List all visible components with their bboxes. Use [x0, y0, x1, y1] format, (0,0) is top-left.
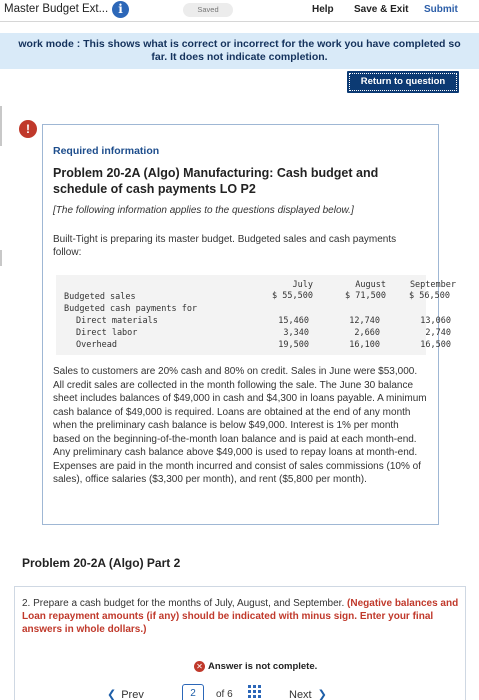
table-cell: $ 56,500 [409, 291, 450, 301]
chevron-right-icon: ❯ [317, 689, 327, 700]
row-label: Budgeted cash payments for [64, 304, 198, 314]
column-header: August [355, 280, 386, 290]
question-box: 2. Prepare a cash budget for the months … [14, 586, 466, 700]
question-text: 2. Prepare a cash budget for the months … [22, 597, 462, 636]
help-link[interactable]: Help [312, 4, 334, 15]
table-cell: 2,740 [425, 328, 451, 338]
page-number-input[interactable]: 2 [182, 684, 204, 700]
alert-icon: ! [19, 120, 37, 138]
table-cell: 12,740 [349, 316, 380, 326]
table-cell: 19,500 [278, 340, 309, 350]
row-label: Overhead [76, 340, 117, 350]
table-cell: 16,500 [420, 340, 451, 350]
table-cell: 2,660 [354, 328, 380, 338]
info-icon[interactable]: i [112, 1, 129, 18]
page-count: of 6 [216, 689, 233, 700]
top-bar: Master Budget Ext... i Saved Help Save &… [0, 0, 479, 22]
intro-text: Built-Tight is preparing its master budg… [53, 234, 397, 258]
required-info-heading: Required information [53, 145, 160, 157]
next-button[interactable]: Next ❯ [289, 688, 327, 700]
column-header: September [409, 280, 456, 290]
part-title: Problem 20-2A (Algo) Part 2 [22, 556, 181, 570]
row-label: Direct labor [76, 328, 138, 338]
assignment-title: Master Budget Ext... [4, 3, 109, 15]
return-to-question-button[interactable]: Return to question [347, 71, 459, 93]
save-exit-link[interactable]: Save & Exit [354, 4, 408, 15]
left-edge-divider [0, 250, 2, 266]
grid-icon[interactable] [248, 685, 261, 698]
submit-link[interactable]: Submit [424, 4, 458, 15]
chevron-left-icon: ❮ [107, 689, 117, 700]
table-cell: 3,340 [283, 328, 309, 338]
answer-status-text: Answer is not complete. [208, 661, 318, 672]
row-label: Budgeted sales [64, 292, 136, 302]
budget-data-table: July August September Budgeted sales $ 5… [56, 275, 456, 355]
question-prompt: 2. Prepare a cash budget for the months … [22, 598, 345, 609]
table-cell: 15,460 [278, 316, 309, 326]
table-cell: $ 55,500 [272, 291, 313, 301]
table-cell: 13,060 [420, 316, 451, 326]
x-circle-icon: ✕ [194, 661, 205, 672]
problem-paragraph: Sales to customers are 20% cash and 80% … [53, 366, 427, 485]
problem-title: Problem 20-2A (Algo) Manufacturing: Cash… [53, 166, 379, 196]
left-edge-divider [0, 106, 2, 146]
table-cell: 16,100 [349, 340, 380, 350]
table-cell: $ 71,500 [345, 291, 386, 301]
next-label: Next [289, 689, 312, 700]
required-information-card: Required information Problem 20-2A (Algo… [42, 124, 456, 525]
applies-note: [The following information applies to th… [53, 205, 354, 216]
prev-button[interactable]: ❮ Prev [107, 688, 144, 700]
column-header: July [292, 280, 313, 290]
saved-badge: Saved [183, 3, 233, 17]
prev-label: Prev [121, 689, 144, 700]
row-label: Direct materials [76, 316, 158, 326]
work-mode-banner: work mode : This shows what is correct o… [0, 33, 479, 69]
